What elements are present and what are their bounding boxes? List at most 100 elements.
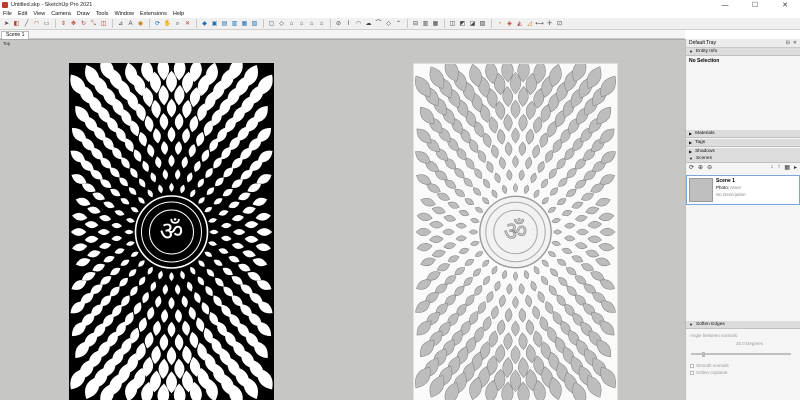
scene-tab-1[interactable]: Scene 1 xyxy=(1,31,30,39)
shaded-textures-style-icon[interactable]: ⌂ xyxy=(307,19,316,28)
tags-header[interactable]: ▶ Tags xyxy=(686,139,800,147)
soften-coplanar-checkbox[interactable] xyxy=(690,370,694,375)
back-view-icon[interactable]: ▦ xyxy=(240,19,249,28)
scenes-header[interactable]: ▼ Scenes xyxy=(686,155,800,163)
smooth-normals-checkbox[interactable] xyxy=(690,363,694,368)
move-tool-icon[interactable]: ✥ xyxy=(69,19,78,28)
top-view-icon[interactable]: ▣ xyxy=(210,19,219,28)
scale-tool-icon[interactable]: ⤡ xyxy=(89,19,98,28)
scene-name: Scene 1 xyxy=(716,178,735,184)
line-tool-icon[interactable]: ╱ xyxy=(22,19,31,28)
update-scene-icon[interactable]: ⟳ xyxy=(689,164,694,171)
smooth-normals-row[interactable]: Smooth normals xyxy=(690,363,729,368)
menu-help[interactable]: Help xyxy=(173,11,184,17)
iso-view-icon[interactable]: ◆ xyxy=(200,19,209,28)
sandbox-smoove-icon[interactable]: ◠ xyxy=(354,19,363,28)
pattern-panel-black[interactable]: ॐ xyxy=(69,63,274,400)
sandbox-contours-icon[interactable]: ⊘ xyxy=(334,19,343,28)
sandbox-flip-edge-icon[interactable]: ⌃ xyxy=(394,19,403,28)
menu-bar: File Edit View Camera Draw Tools Window … xyxy=(0,10,800,18)
eraser-tool-icon[interactable]: ◧ xyxy=(12,19,21,28)
solid-subtract-icon[interactable]: ▨ xyxy=(478,19,487,28)
sandbox-add-detail-icon[interactable]: ◇ xyxy=(384,19,393,28)
om-symbol-icon: ॐ xyxy=(504,217,527,247)
hidden-line-style-icon[interactable]: ⌂ xyxy=(287,19,296,28)
menu-draw[interactable]: Draw xyxy=(77,11,90,17)
layout-icon[interactable]: ◭ xyxy=(515,19,524,28)
menu-window[interactable]: Window xyxy=(114,11,134,17)
smooth-normals-label: Smooth normals xyxy=(696,363,729,368)
menu-camera[interactable]: Camera xyxy=(51,11,71,17)
show-details-icon[interactable]: ▸ xyxy=(794,164,797,171)
follow-me-tool-icon[interactable]: ⊡ xyxy=(555,19,564,28)
sandbox-scratch-icon[interactable]: ⌇ xyxy=(344,19,353,28)
wireframe-style-icon[interactable]: ◇ xyxy=(277,19,286,28)
orbit-tool-icon[interactable]: ⟳ xyxy=(153,19,162,28)
front-view-icon[interactable]: ▤ xyxy=(220,19,229,28)
pan-tool-icon[interactable]: ✋ xyxy=(163,19,172,28)
solid-intersect-icon[interactable]: ◩ xyxy=(458,19,467,28)
rotate-tool-icon[interactable]: ↻ xyxy=(79,19,88,28)
rectangle-tool-icon[interactable]: ▭ xyxy=(42,19,51,28)
xray-style-icon[interactable]: ▢ xyxy=(267,19,276,28)
protractor-tool-icon[interactable]: ◿ xyxy=(525,19,534,28)
view-options-icon[interactable]: ▦ xyxy=(784,164,790,171)
menu-tools[interactable]: Tools xyxy=(96,11,109,17)
dimension-tool-icon[interactable]: ⟷ xyxy=(535,19,544,28)
text-tool-icon[interactable]: A xyxy=(126,19,135,28)
scene-photo-value: None xyxy=(730,185,742,190)
scene-list-item[interactable]: Scene 1 Photo: None No Description xyxy=(686,175,800,205)
warehouse-icon[interactable]: ◔ xyxy=(495,19,504,28)
maximize-button[interactable]: ☐ xyxy=(740,0,770,10)
toolbar-separator xyxy=(330,19,331,28)
shaded-style-icon[interactable]: ⌂ xyxy=(297,19,306,28)
monochrome-style-icon[interactable]: ⌂ xyxy=(317,19,326,28)
angle-value-row: 20.0 Degrees xyxy=(736,341,763,346)
tray-pin-icon[interactable]: ⊟ xyxy=(786,40,790,46)
angle-slider-knob[interactable] xyxy=(702,352,705,357)
menu-file[interactable]: File xyxy=(3,11,12,17)
left-view-icon[interactable]: ▧ xyxy=(250,19,259,28)
entity-info-header[interactable]: ▼ Entity Info xyxy=(686,48,800,56)
angle-slider[interactable] xyxy=(691,352,791,357)
select-tool-icon[interactable]: ➤ xyxy=(2,19,11,28)
solid-outer-shell-icon[interactable]: ◫ xyxy=(448,19,457,28)
materials-label: Materials xyxy=(695,131,715,136)
materials-header[interactable]: ▶ Materials xyxy=(686,130,800,138)
zoom-extents-tool-icon[interactable]: ✕ xyxy=(183,19,192,28)
sandbox-drape-icon[interactable]: ⌒ xyxy=(374,19,383,28)
remove-scene-icon[interactable]: ⊖ xyxy=(707,164,712,171)
close-button[interactable]: ✕ xyxy=(770,0,800,10)
push-pull-tool-icon[interactable]: ⇕ xyxy=(59,19,68,28)
offset-tool-icon[interactable]: ◫ xyxy=(99,19,108,28)
move-scene-up-icon[interactable]: ↑ xyxy=(777,164,780,171)
sandbox-stamp-icon[interactable]: ☁ xyxy=(364,19,373,28)
pattern-panel-white[interactable]: ॐ xyxy=(413,63,618,400)
add-scene-icon[interactable]: ⊕ xyxy=(698,164,703,171)
extension-warehouse-icon[interactable]: ◈ xyxy=(505,19,514,28)
menu-extensions[interactable]: Extensions xyxy=(140,11,167,17)
shadows-label: Shadows xyxy=(695,149,715,154)
soften-coplanar-row[interactable]: Soften coplanar xyxy=(690,370,728,375)
angle-value: 20.0 xyxy=(736,341,745,346)
tape-measure-tool-icon[interactable]: ⊿ xyxy=(116,19,125,28)
collapse-triangle-icon: ▼ xyxy=(689,49,693,54)
display-section-planes-icon[interactable]: ▥ xyxy=(421,19,430,28)
paint-bucket-tool-icon[interactable]: ◉ xyxy=(136,19,145,28)
section-plane-icon[interactable]: ⊟ xyxy=(411,19,420,28)
menu-view[interactable]: View xyxy=(33,11,45,17)
right-view-icon[interactable]: ▥ xyxy=(230,19,239,28)
arc-tool-icon[interactable]: ◠ xyxy=(32,19,41,28)
model-viewport[interactable]: Top ॐ ॐ xyxy=(0,39,685,400)
tray-close-icon[interactable]: ✕ xyxy=(793,40,797,46)
menu-edit[interactable]: Edit xyxy=(18,11,27,17)
axes-tool-icon[interactable]: ✛ xyxy=(545,19,554,28)
zoom-tool-icon[interactable]: ⌕ xyxy=(173,19,182,28)
display-section-cuts-icon[interactable]: ▦ xyxy=(431,19,440,28)
expand-triangle-icon: ▶ xyxy=(689,131,693,136)
minimize-button[interactable]: — xyxy=(710,0,740,10)
solid-union-icon[interactable]: ◪ xyxy=(468,19,477,28)
soften-edges-header[interactable]: ▼ Soften Edges xyxy=(686,321,800,329)
move-scene-down-icon[interactable]: ↓ xyxy=(770,164,773,171)
toolbar-separator xyxy=(149,19,150,28)
